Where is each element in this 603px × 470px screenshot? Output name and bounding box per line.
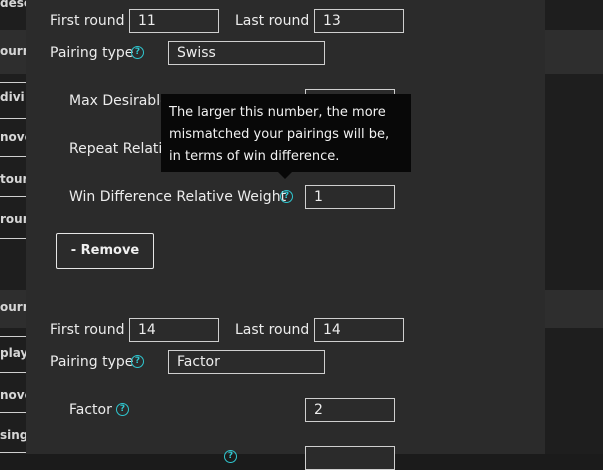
win-difference-weight-label: Win Difference Relative Weight: [69, 189, 287, 205]
pairing-type-help-icon[interactable]: ?: [131, 46, 144, 59]
repeat-relative-label: Repeat Relativ: [69, 141, 171, 157]
bg-item[interactable]: play: [0, 346, 28, 360]
factor-label: Factor: [69, 402, 112, 418]
pairing-type-select[interactable]: Factor: [168, 350, 325, 374]
win-difference-tooltip: The larger this number, the more mismatc…: [161, 94, 411, 172]
tooltip-arrow: [278, 172, 292, 179]
first-round-input[interactable]: 11: [129, 9, 219, 33]
win-difference-help-icon[interactable]: ?: [280, 190, 293, 203]
last-round-label: Last round: [235, 322, 310, 338]
pairings-modal: [26, 0, 545, 454]
remove-button[interactable]: - Remove: [56, 233, 154, 269]
factor-input[interactable]: 2: [305, 398, 395, 422]
pairing-type-label: Pairing type: [50, 354, 134, 370]
pairing-type-label: Pairing type: [50, 45, 134, 61]
last-round-label: Last round: [235, 13, 310, 29]
first-round-input[interactable]: 14: [129, 318, 219, 342]
first-round-label: First round: [50, 322, 125, 338]
pairing-type-help-icon[interactable]: ?: [131, 355, 144, 368]
last-round-input[interactable]: 13: [314, 9, 404, 33]
bg-item[interactable]: divi: [0, 90, 25, 104]
next-setting-help-icon[interactable]: ?: [224, 450, 237, 463]
max-desirable-label: Max Desirable: [69, 93, 169, 109]
first-round-label: First round: [50, 13, 125, 29]
win-difference-weight-input[interactable]: 1: [305, 185, 395, 209]
next-setting-input[interactable]: [305, 446, 395, 470]
factor-help-icon[interactable]: ?: [116, 403, 129, 416]
pairing-type-select[interactable]: Swiss: [168, 41, 325, 65]
last-round-input[interactable]: 14: [314, 318, 404, 342]
